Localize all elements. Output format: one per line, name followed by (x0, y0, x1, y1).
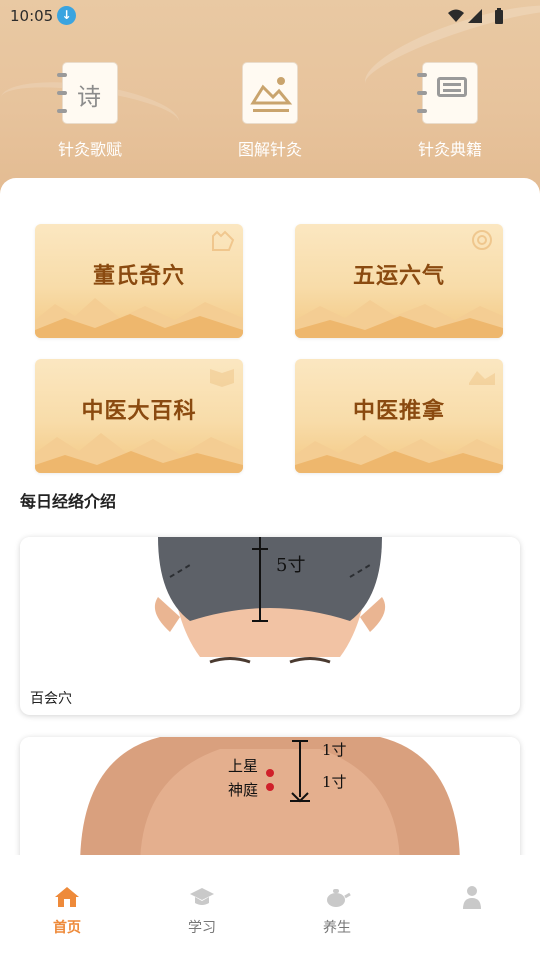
poem-glyph: 诗 (77, 83, 101, 111)
tile-tcm-massage[interactable]: 中医推拿 (295, 359, 503, 473)
teapot-icon (327, 889, 351, 907)
book-deco-icon (210, 369, 234, 387)
tile-label: 中医大百科 (81, 399, 197, 424)
status-icons (448, 8, 503, 24)
acupoint-label: 上星 (228, 757, 259, 775)
entry-label: 针灸典籍 (417, 140, 482, 159)
acupoint-illustration: 上星 神庭 1寸 1寸 (20, 737, 520, 867)
poem-notebook-icon: 诗 (57, 62, 118, 124)
entry-label: 针灸歌赋 (57, 140, 122, 159)
signal-icon (468, 9, 482, 23)
main-panel: 董氏奇穴 五运六气 中医大百科 中医推拿 每日经络介绍 5寸 百会穴 上星 神庭… (0, 178, 540, 867)
swirl-icon (472, 230, 492, 250)
card-caption: 百会穴 (30, 691, 72, 707)
book-icon (417, 62, 478, 124)
tile-five-movements[interactable]: 五运六气 (295, 224, 503, 338)
mountain-decoration (295, 435, 503, 473)
entry-acupuncture-poems[interactable]: 诗 针灸歌赋 (30, 62, 150, 160)
entry-acupuncture-classics[interactable]: 针灸典籍 (390, 62, 510, 160)
home-icon (55, 887, 79, 907)
tile-tcm-encyclopedia[interactable]: 中医大百科 (35, 359, 243, 473)
acupoint-illustration: 5寸 (20, 537, 520, 677)
status-time: 10:05 (10, 7, 54, 25)
hand-icon (212, 230, 235, 251)
massage-icon (469, 371, 495, 385)
graduation-cap-icon (190, 888, 214, 905)
tile-label: 中医推拿 (352, 399, 445, 424)
mountain-decoration (295, 300, 503, 338)
nav-label: 学习 (188, 920, 216, 936)
meridian-card[interactable]: 上星 神庭 1寸 1寸 (20, 737, 520, 867)
measure-label: 1寸 (322, 773, 347, 791)
bottom-nav: 首页 学习 养生 (0, 855, 540, 960)
entry-illustrated-acupuncture[interactable]: 图解针灸 (210, 62, 330, 160)
person-icon (463, 886, 481, 909)
picture-icon (242, 62, 298, 124)
measure-label: 5寸 (276, 555, 306, 576)
nav-profile[interactable] (432, 885, 512, 917)
nav-label: 首页 (53, 920, 81, 936)
nav-home[interactable]: 首页 (27, 885, 107, 937)
download-icon: ↓ (57, 6, 76, 25)
tile-dong-points[interactable]: 董氏奇穴 (35, 224, 243, 338)
tile-label: 董氏奇穴 (92, 264, 185, 289)
measure-label: 1寸 (322, 741, 347, 759)
acupoint-label: 神庭 (228, 781, 259, 799)
section-title: 每日经络介绍 (20, 492, 117, 511)
nav-study[interactable]: 学习 (162, 885, 242, 937)
nav-label: 养生 (323, 920, 351, 936)
status-bar: 10:05 ↓ (0, 0, 540, 32)
battery-icon (495, 10, 503, 24)
meridian-card[interactable]: 5寸 百会穴 (20, 537, 520, 715)
entry-label: 图解针灸 (237, 140, 302, 159)
wifi-icon (448, 9, 464, 22)
mountain-decoration (35, 298, 243, 338)
header-banner: 10:05 ↓ 诗 针灸歌赋 图解针灸 针灸典籍 (0, 0, 540, 200)
tile-label: 五运六气 (352, 264, 445, 289)
mountain-decoration (35, 433, 243, 473)
nav-wellness[interactable]: 养生 (297, 885, 377, 937)
